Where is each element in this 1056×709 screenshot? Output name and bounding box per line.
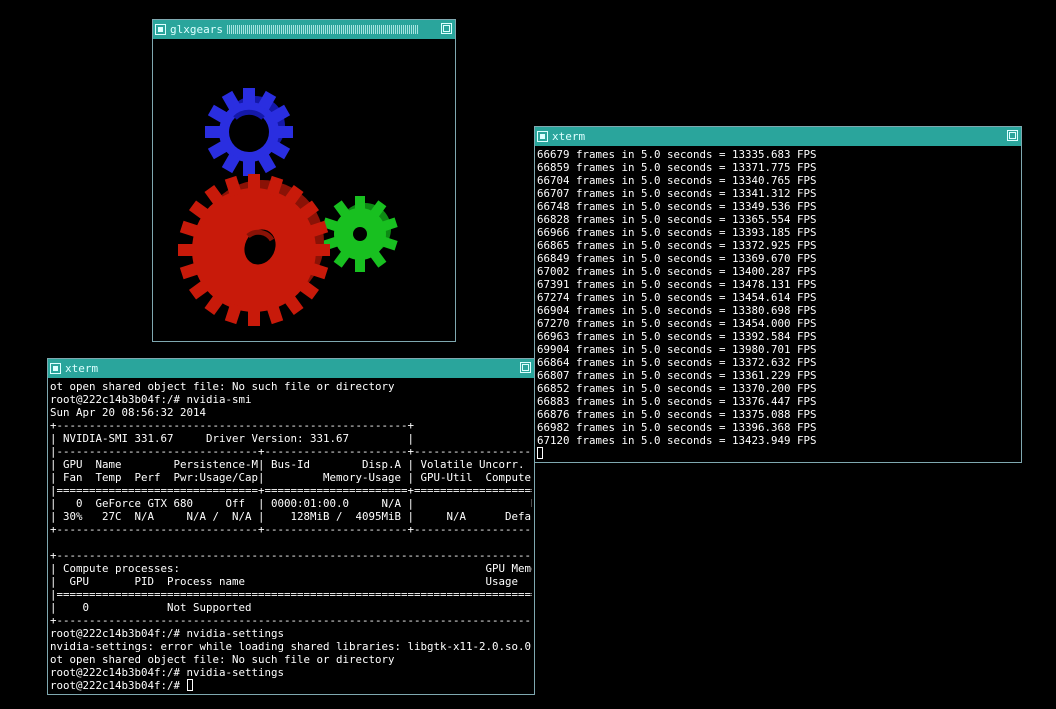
terminal-line: 66865 frames in 5.0 seconds = 13372.925 … [537, 239, 817, 252]
terminal-line: 66707 frames in 5.0 seconds = 13341.312 … [537, 187, 817, 200]
xterm-right-titlebar[interactable]: xterm [535, 127, 1021, 146]
terminal-line: 67120 frames in 5.0 seconds = 13423.949 … [537, 434, 817, 447]
terminal-line: | GPU PID Process name Usage | [50, 575, 532, 588]
terminal-line: 66828 frames in 5.0 seconds = 13365.554 … [537, 213, 817, 226]
gears-illustration [178, 88, 398, 326]
maximize-icon[interactable] [1007, 130, 1018, 141]
terminal-cursor-icon [186, 679, 193, 691]
titlebar-stripe [226, 25, 419, 34]
terminal-line: | Compute processes: GPU Memory | [50, 562, 532, 575]
terminal-line: 66807 frames in 5.0 seconds = 13361.229 … [537, 369, 817, 382]
terminal-line: 66859 frames in 5.0 seconds = 13371.775 … [537, 161, 817, 174]
maximize-icon[interactable] [441, 23, 452, 34]
terminal-line: 66982 frames in 5.0 seconds = 13396.368 … [537, 421, 817, 434]
terminal-line: | NVIDIA-SMI 331.67 Driver Version: 331.… [50, 432, 415, 445]
terminal-line: root@222c14b3b04f:/# nvidia-smi [50, 393, 252, 406]
terminal-cursor-icon [537, 447, 543, 459]
xterm-right-window[interactable]: xterm 66679 frames in 5.0 seconds = 1333… [534, 126, 1022, 463]
blue-gear [205, 88, 293, 176]
xterm-left-window[interactable]: xterm ot open shared object file: No suc… [47, 358, 535, 695]
terminal-output[interactable]: 66679 frames in 5.0 seconds = 13335.683 … [537, 148, 1019, 460]
terminal-line: root@222c14b3b04f:/# nvidia-settings [50, 627, 285, 640]
glxgears-titlebar[interactable]: glxgears [153, 20, 455, 39]
terminal-line: 67391 frames in 5.0 seconds = 13478.131 … [537, 278, 817, 291]
terminal-line: 66883 frames in 5.0 seconds = 13376.447 … [537, 395, 817, 408]
terminal-line: 66852 frames in 5.0 seconds = 13370.200 … [537, 382, 817, 395]
terminal-line: 69904 frames in 5.0 seconds = 13980.701 … [537, 343, 817, 356]
terminal-line: 67274 frames in 5.0 seconds = 13454.614 … [537, 291, 817, 304]
window-title: xterm [65, 362, 99, 375]
terminal-line: 66966 frames in 5.0 seconds = 13393.185 … [537, 226, 817, 239]
green-gear [322, 196, 398, 272]
terminal-line: +-------------------------------+-------… [50, 523, 532, 536]
terminal-line: ot open shared object file: No such file… [50, 380, 395, 393]
terminal-output[interactable]: ot open shared object file: No such file… [50, 380, 532, 692]
terminal-line: | 0 GeForce GTX 680 Off | 0000:01:00.0 N… [50, 497, 532, 510]
terminal-line: | 30% 27C N/A N/A / N/A | 128MiB / 4095M… [50, 510, 532, 523]
terminal-line: |=======================================… [50, 588, 532, 601]
maximize-icon[interactable] [520, 362, 531, 373]
terminal-line: nvidia-settings: error while loading sha… [50, 640, 532, 653]
terminal-line: +---------------------------------------… [50, 549, 532, 562]
terminal-line: 66876 frames in 5.0 seconds = 13375.088 … [537, 408, 817, 421]
terminal-line: 66864 frames in 5.0 seconds = 13372.632 … [537, 356, 817, 369]
window-title: glxgears [170, 23, 223, 36]
gears-render-area [154, 40, 454, 340]
red-gear [178, 174, 330, 326]
terminal-line: +---------------------------------------… [50, 419, 415, 432]
terminal-line: 67002 frames in 5.0 seconds = 13400.287 … [537, 265, 817, 278]
terminal-line: |-------------------------------+-------… [50, 445, 532, 458]
terminal-line: 67270 frames in 5.0 seconds = 13454.000 … [537, 317, 817, 330]
glxgears-window[interactable]: glxgears [152, 19, 456, 342]
window-menu-icon[interactable] [537, 131, 548, 142]
terminal-line: 66904 frames in 5.0 seconds = 13380.698 … [537, 304, 817, 317]
window-menu-icon[interactable] [50, 363, 61, 374]
terminal-line: ot open shared object file: No such file… [50, 653, 395, 666]
window-title: xterm [552, 130, 586, 143]
terminal-line: Sun Apr 20 08:56:32 2014 [50, 406, 207, 419]
window-menu-icon[interactable] [155, 24, 166, 35]
terminal-line: root@222c14b3b04f:/# [50, 679, 532, 692]
terminal-line: | GPU Name Persistence-M| Bus-Id Disp.A … [50, 458, 532, 471]
terminal-line: +---------------------------------------… [50, 614, 532, 627]
terminal-line: | 0 Not Supported | [50, 601, 532, 614]
xterm-left-titlebar[interactable]: xterm [48, 359, 534, 378]
terminal-line: 66849 frames in 5.0 seconds = 13369.670 … [537, 252, 817, 265]
terminal-line: 66963 frames in 5.0 seconds = 13392.584 … [537, 330, 817, 343]
terminal-line: |===============================+=======… [50, 484, 532, 497]
terminal-line: 66679 frames in 5.0 seconds = 13335.683 … [537, 148, 817, 161]
terminal-line: 66704 frames in 5.0 seconds = 13340.765 … [537, 174, 817, 187]
terminal-line: 66748 frames in 5.0 seconds = 13349.536 … [537, 200, 817, 213]
terminal-line: root@222c14b3b04f:/# nvidia-settings [50, 666, 285, 679]
terminal-line [537, 447, 1019, 460]
terminal-line: | Fan Temp Perf Pwr:Usage/Cap| Memory-Us… [50, 471, 532, 484]
